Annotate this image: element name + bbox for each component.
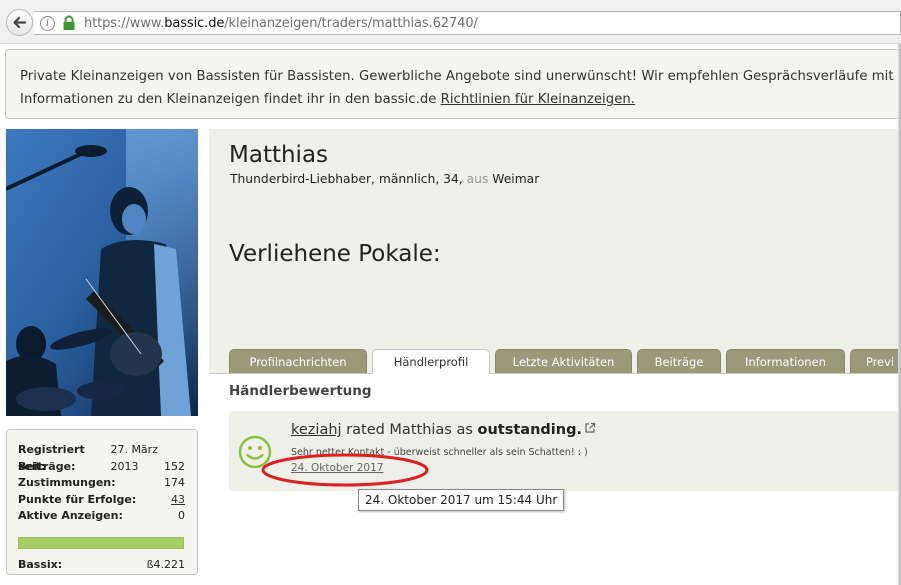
address-bar[interactable]: i https://www.bassic.de/kleinanzeigen/tr… [34, 11, 901, 35]
stat-bassix: Bassix: ß4.221 [18, 557, 185, 571]
bassix-progress-bar [18, 536, 184, 549]
highlight-ellipse [261, 453, 429, 487]
lock-icon[interactable] [62, 15, 76, 31]
tab-posts[interactable]: Beiträge [637, 349, 721, 373]
profile-name: Matthias [229, 142, 329, 168]
trader-rating-title: Händlerbewertung [229, 383, 372, 399]
stat-trophy-points: Punkte für Erfolge: 43 [18, 492, 185, 509]
rating-headline: keziahj rated Matthias as outstanding. [291, 422, 596, 438]
tab-recent-activity[interactable]: Letzte Aktivitäten [495, 349, 632, 373]
url-text: https://www.bassic.de/kleinanzeigen/trad… [84, 15, 478, 31]
classifieds-notice: Private Kleinanzeigen von Bassisten für … [5, 49, 901, 119]
site-info-icon[interactable]: i [40, 15, 55, 31]
tab-profile-posts[interactable]: Profilnachrichten [229, 349, 367, 373]
tab-preview[interactable]: Previ [850, 349, 901, 373]
browser-toolbar: i https://www.bassic.de/kleinanzeigen/tr… [0, 0, 901, 44]
rater-link[interactable]: keziahj [291, 422, 342, 438]
avatar-photo [6, 129, 198, 416]
member-stats: Registriert seit: 27. März 2013 Beiträge… [6, 429, 198, 575]
trophy-points-link[interactable]: 43 [171, 492, 185, 509]
profile-subtitle: Thunderbird-Liebhaber, männlich, 34, aus… [230, 172, 540, 186]
tab-trader-profile[interactable]: Händlerprofil [372, 349, 490, 374]
stat-likes: Zustimmungen: 174 [18, 476, 185, 490]
notice-line-2: Informationen zu den Kleinanzeigen finde… [20, 92, 636, 107]
notice-line-1: Private Kleinanzeigen von Bassisten für … [20, 69, 901, 84]
stat-active-ads: Aktive Anzeigen: 0 [18, 509, 185, 523]
date-tooltip: 24. Oktober 2017 um 15:44 Uhr [358, 489, 565, 511]
tab-information[interactable]: Informationen [726, 349, 845, 373]
avatar[interactable] [6, 129, 198, 416]
trophies-title: Verliehene Pokale: [229, 241, 441, 267]
stat-posts: Beiträge: 152 [18, 459, 185, 473]
profile-tabs: Profilnachrichten Händlerprofil Letzte A… [229, 349, 901, 374]
back-arrow-icon [13, 16, 27, 29]
guidelines-link[interactable]: Richtlinien für Kleinanzeigen. [441, 92, 635, 107]
external-link-icon[interactable] [584, 422, 596, 434]
back-button[interactable] [6, 9, 33, 36]
stat-registered: Registriert seit: 27. März 2013 [18, 443, 158, 473]
